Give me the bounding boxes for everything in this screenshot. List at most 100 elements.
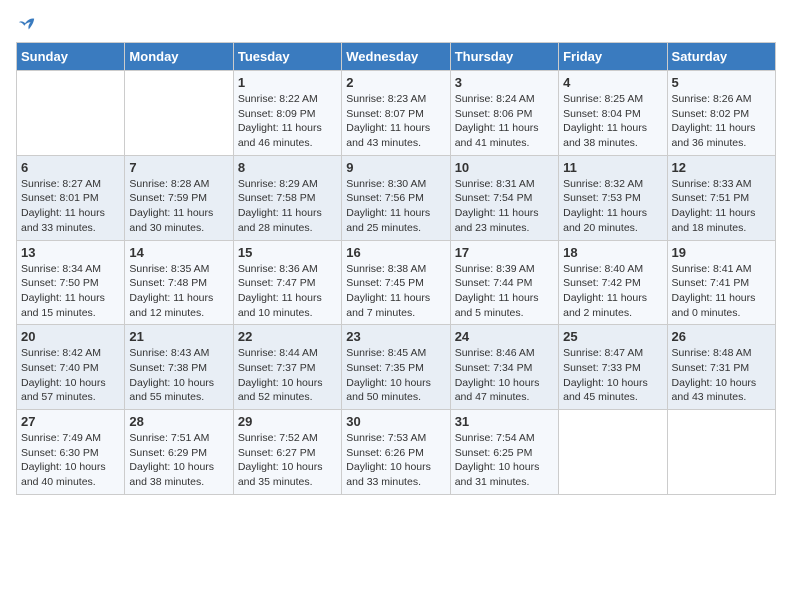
day-info: Sunrise: 8:27 AMSunset: 8:01 PMDaylight:… <box>21 177 120 236</box>
day-number: 26 <box>672 329 771 344</box>
day-of-week-header: Saturday <box>667 43 775 71</box>
day-info: Sunrise: 7:49 AMSunset: 6:30 PMDaylight:… <box>21 431 120 490</box>
header <box>16 16 776 34</box>
day-number: 21 <box>129 329 228 344</box>
calendar-day-cell: 7 Sunrise: 8:28 AMSunset: 7:59 PMDaylight… <box>125 155 233 240</box>
day-number: 16 <box>346 245 445 260</box>
calendar-week-row: 13 Sunrise: 8:34 AMSunset: 7:50 PMDayligh… <box>17 240 776 325</box>
day-info: Sunrise: 8:47 AMSunset: 7:33 PMDaylight:… <box>563 346 662 405</box>
day-number: 17 <box>455 245 554 260</box>
day-of-week-header: Wednesday <box>342 43 450 71</box>
calendar-day-cell: 6 Sunrise: 8:27 AMSunset: 8:01 PMDaylight… <box>17 155 125 240</box>
calendar-day-cell <box>667 410 775 495</box>
day-number: 31 <box>455 414 554 429</box>
day-info: Sunrise: 8:43 AMSunset: 7:38 PMDaylight:… <box>129 346 228 405</box>
calendar-day-cell: 28 Sunrise: 7:51 AMSunset: 6:29 PMDayligh… <box>125 410 233 495</box>
day-info: Sunrise: 8:38 AMSunset: 7:45 PMDaylight:… <box>346 262 445 321</box>
day-number: 25 <box>563 329 662 344</box>
day-info: Sunrise: 7:54 AMSunset: 6:25 PMDaylight:… <box>455 431 554 490</box>
calendar-day-cell: 13 Sunrise: 8:34 AMSunset: 7:50 PMDayligh… <box>17 240 125 325</box>
calendar-header-row: SundayMondayTuesdayWednesdayThursdayFrid… <box>17 43 776 71</box>
day-number: 6 <box>21 160 120 175</box>
calendar-day-cell: 3Sunrise: 8:24 AMSunset: 8:06 PMDaylight… <box>450 71 558 156</box>
day-info: Sunrise: 8:31 AMSunset: 7:54 PMDaylight:… <box>455 177 554 236</box>
day-info: Sunrise: 8:22 AMSunset: 8:09 PMDaylight:… <box>238 92 337 151</box>
day-number: 15 <box>238 245 337 260</box>
calendar-day-cell: 22 Sunrise: 8:44 AMSunset: 7:37 PMDayligh… <box>233 325 341 410</box>
day-info: Sunrise: 7:52 AMSunset: 6:27 PMDaylight:… <box>238 431 337 490</box>
day-info: Sunrise: 8:30 AMSunset: 7:56 PMDaylight:… <box>346 177 445 236</box>
day-number: 7 <box>129 160 228 175</box>
calendar-table: SundayMondayTuesdayWednesdayThursdayFrid… <box>16 42 776 495</box>
calendar-day-cell: 11 Sunrise: 8:32 AMSunset: 7:53 PMDayligh… <box>559 155 667 240</box>
day-number: 27 <box>21 414 120 429</box>
calendar-day-cell: 27 Sunrise: 7:49 AMSunset: 6:30 PMDayligh… <box>17 410 125 495</box>
day-number: 1 <box>238 75 337 90</box>
day-number: 28 <box>129 414 228 429</box>
calendar-day-cell: 10 Sunrise: 8:31 AMSunset: 7:54 PMDayligh… <box>450 155 558 240</box>
day-info: Sunrise: 7:51 AMSunset: 6:29 PMDaylight:… <box>129 431 228 490</box>
day-number: 29 <box>238 414 337 429</box>
day-number: 14 <box>129 245 228 260</box>
day-info: Sunrise: 8:36 AMSunset: 7:47 PMDaylight:… <box>238 262 337 321</box>
day-number: 11 <box>563 160 662 175</box>
day-info: Sunrise: 8:48 AMSunset: 7:31 PMDaylight:… <box>672 346 771 405</box>
calendar-day-cell: 24 Sunrise: 8:46 AMSunset: 7:34 PMDayligh… <box>450 325 558 410</box>
day-info: Sunrise: 8:33 AMSunset: 7:51 PMDaylight:… <box>672 177 771 236</box>
day-of-week-header: Monday <box>125 43 233 71</box>
calendar-day-cell: 19 Sunrise: 8:41 AMSunset: 7:41 PMDayligh… <box>667 240 775 325</box>
day-info: Sunrise: 8:39 AMSunset: 7:44 PMDaylight:… <box>455 262 554 321</box>
day-number: 24 <box>455 329 554 344</box>
calendar-day-cell: 4 Sunrise: 8:25 AMSunset: 8:04 PMDaylight… <box>559 71 667 156</box>
day-number: 22 <box>238 329 337 344</box>
calendar-week-row: 6 Sunrise: 8:27 AMSunset: 8:01 PMDaylight… <box>17 155 776 240</box>
day-number: 4 <box>563 75 662 90</box>
day-of-week-header: Friday <box>559 43 667 71</box>
day-number: 10 <box>455 160 554 175</box>
day-info: Sunrise: 8:41 AMSunset: 7:41 PMDaylight:… <box>672 262 771 321</box>
day-number: 20 <box>21 329 120 344</box>
day-number: 18 <box>563 245 662 260</box>
calendar-day-cell: 14 Sunrise: 8:35 AMSunset: 7:48 PMDayligh… <box>125 240 233 325</box>
day-info: Sunrise: 8:42 AMSunset: 7:40 PMDaylight:… <box>21 346 120 405</box>
day-number: 13 <box>21 245 120 260</box>
calendar-day-cell: 31 Sunrise: 7:54 AMSunset: 6:25 PMDayligh… <box>450 410 558 495</box>
day-info: Sunrise: 8:25 AMSunset: 8:04 PMDaylight:… <box>563 92 662 151</box>
day-number: 8 <box>238 160 337 175</box>
day-of-week-header: Thursday <box>450 43 558 71</box>
calendar-day-cell: 21 Sunrise: 8:43 AMSunset: 7:38 PMDayligh… <box>125 325 233 410</box>
day-number: 30 <box>346 414 445 429</box>
day-number: 23 <box>346 329 445 344</box>
calendar-day-cell: 16 Sunrise: 8:38 AMSunset: 7:45 PMDayligh… <box>342 240 450 325</box>
day-info: Sunrise: 8:44 AMSunset: 7:37 PMDaylight:… <box>238 346 337 405</box>
day-of-week-header: Sunday <box>17 43 125 71</box>
calendar-day-cell: 2Sunrise: 8:23 AMSunset: 8:07 PMDaylight… <box>342 71 450 156</box>
logo <box>16 16 36 34</box>
day-info: Sunrise: 8:32 AMSunset: 7:53 PMDaylight:… <box>563 177 662 236</box>
day-info: Sunrise: 8:35 AMSunset: 7:48 PMDaylight:… <box>129 262 228 321</box>
day-info: Sunrise: 8:45 AMSunset: 7:35 PMDaylight:… <box>346 346 445 405</box>
day-info: Sunrise: 8:46 AMSunset: 7:34 PMDaylight:… <box>455 346 554 405</box>
day-info: Sunrise: 7:53 AMSunset: 6:26 PMDaylight:… <box>346 431 445 490</box>
day-number: 19 <box>672 245 771 260</box>
day-info: Sunrise: 8:26 AMSunset: 8:02 PMDaylight:… <box>672 92 771 151</box>
day-info: Sunrise: 8:23 AMSunset: 8:07 PMDaylight:… <box>346 92 445 151</box>
day-info: Sunrise: 8:40 AMSunset: 7:42 PMDaylight:… <box>563 262 662 321</box>
calendar-day-cell: 30 Sunrise: 7:53 AMSunset: 6:26 PMDayligh… <box>342 410 450 495</box>
day-number: 12 <box>672 160 771 175</box>
calendar-day-cell <box>17 71 125 156</box>
calendar-day-cell: 23 Sunrise: 8:45 AMSunset: 7:35 PMDayligh… <box>342 325 450 410</box>
calendar-day-cell: 15 Sunrise: 8:36 AMSunset: 7:47 PMDayligh… <box>233 240 341 325</box>
day-info: Sunrise: 8:28 AMSunset: 7:59 PMDaylight:… <box>129 177 228 236</box>
calendar-day-cell: 26 Sunrise: 8:48 AMSunset: 7:31 PMDayligh… <box>667 325 775 410</box>
calendar-day-cell: 29 Sunrise: 7:52 AMSunset: 6:27 PMDayligh… <box>233 410 341 495</box>
day-info: Sunrise: 8:24 AMSunset: 8:06 PMDaylight:… <box>455 92 554 151</box>
calendar-day-cell: 5Sunrise: 8:26 AMSunset: 8:02 PMDaylight… <box>667 71 775 156</box>
calendar-week-row: 27 Sunrise: 7:49 AMSunset: 6:30 PMDayligh… <box>17 410 776 495</box>
calendar-day-cell: 8Sunrise: 8:29 AMSunset: 7:58 PMDaylight… <box>233 155 341 240</box>
calendar-day-cell: 1 Sunrise: 8:22 AMSunset: 8:09 PMDaylight… <box>233 71 341 156</box>
calendar-day-cell <box>559 410 667 495</box>
calendar-day-cell <box>125 71 233 156</box>
calendar-day-cell: 17 Sunrise: 8:39 AMSunset: 7:44 PMDayligh… <box>450 240 558 325</box>
day-info: Sunrise: 8:34 AMSunset: 7:50 PMDaylight:… <box>21 262 120 321</box>
